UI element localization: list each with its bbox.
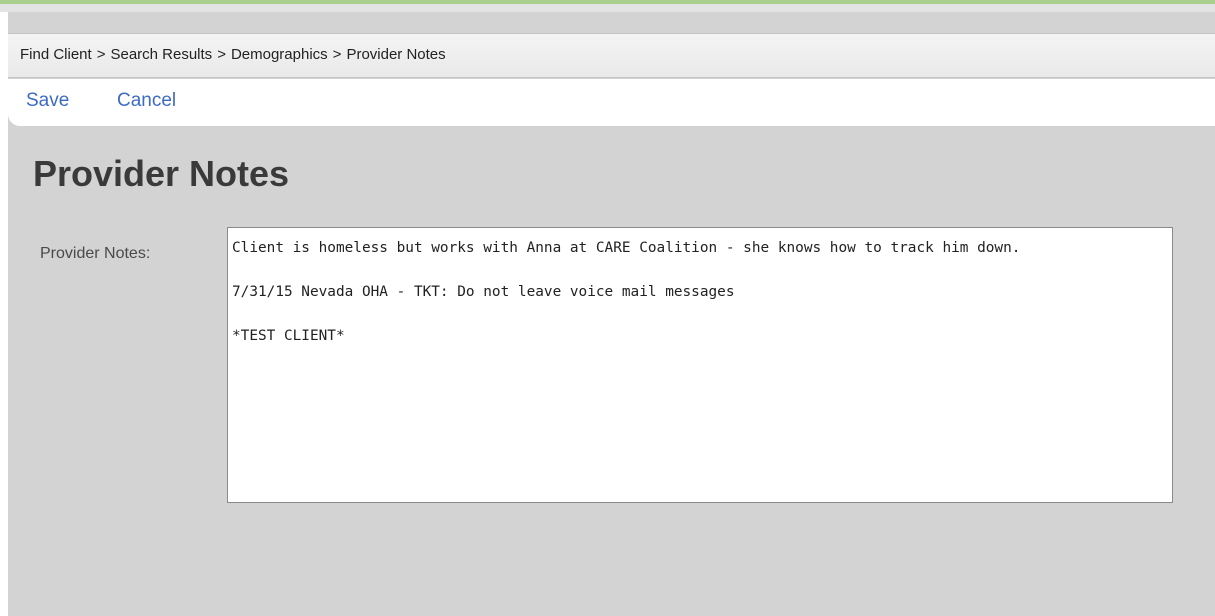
- top-band: [0, 4, 1215, 12]
- save-button[interactable]: Save: [26, 90, 69, 112]
- breadcrumb-bar: Find Client > Search Results > Demograph…: [8, 33, 1215, 78]
- breadcrumb-item-provider-notes: Provider Notes: [346, 46, 446, 63]
- breadcrumb-separator: >: [332, 46, 342, 63]
- breadcrumb: Find Client > Search Results > Demograph…: [20, 46, 446, 63]
- app-shell: Find Client > Search Results > Demograph…: [8, 12, 1215, 616]
- provider-notes-label: Provider Notes:: [40, 245, 151, 262]
- breadcrumb-item-search-results[interactable]: Search Results: [110, 46, 212, 63]
- provider-notes-textarea[interactable]: Client is homeless but works with Anna a…: [227, 227, 1173, 503]
- breadcrumb-item-find-client[interactable]: Find Client: [20, 46, 92, 63]
- action-toolbar: Save Cancel: [8, 79, 1215, 126]
- breadcrumb-separator: >: [96, 46, 106, 63]
- cancel-button[interactable]: Cancel: [117, 90, 176, 112]
- breadcrumb-item-demographics[interactable]: Demographics: [231, 46, 328, 63]
- page-title: Provider Notes: [33, 153, 290, 194]
- breadcrumb-separator: >: [217, 46, 226, 63]
